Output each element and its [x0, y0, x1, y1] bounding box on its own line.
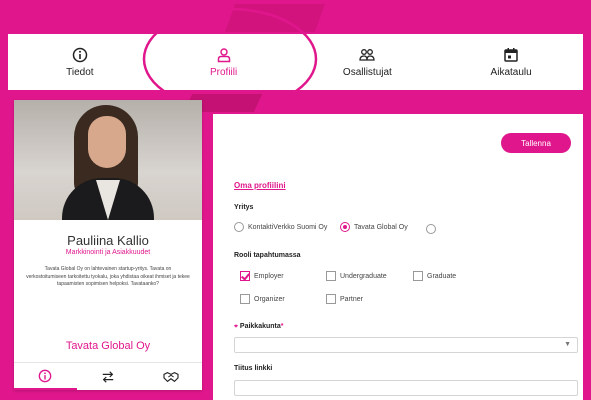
company-option-kontaktiverkko[interactable]: KontaktiVerkko Suomi Oy — [234, 222, 327, 232]
profile-name: Pauliina Kallio — [67, 233, 149, 248]
role-employer[interactable]: Employer — [240, 271, 284, 281]
right-border — [583, 0, 591, 400]
chevron-down-icon: ▼ — [564, 341, 571, 348]
role-label: Rooli tapahtumassa — [234, 252, 301, 259]
role-undergraduate[interactable]: Undergraduate — [326, 271, 387, 281]
tab-label: Osallistujat — [342, 66, 392, 78]
tab-tiedot[interactable]: Tiedot — [8, 34, 152, 90]
role-option-label: Partner — [340, 295, 363, 303]
info-icon — [38, 369, 52, 382]
role-organizer[interactable]: Organizer — [240, 294, 285, 304]
location-label: ⌖ Paikkakunta* — [234, 323, 284, 331]
tab-aikataulu[interactable]: Aikataulu — [439, 34, 583, 90]
card-tabs — [14, 362, 202, 390]
card-tab-info[interactable] — [14, 363, 77, 390]
role-option-label: Employer — [254, 272, 284, 280]
role-option-label: Organizer — [254, 295, 285, 303]
radio-button[interactable] — [234, 222, 244, 232]
section-title: Oma profiilini — [234, 181, 286, 190]
option-label: Tavata Global Oy — [354, 223, 408, 231]
calendar-icon — [504, 47, 518, 62]
checkbox[interactable] — [240, 271, 250, 281]
profile-description: Tavata Global Oy on lahtevainen startup-… — [26, 266, 190, 287]
card-tab-handshake[interactable] — [139, 363, 202, 390]
company-option-empty[interactable] — [426, 224, 440, 234]
location-label-text: Paikkakunta — [239, 323, 281, 330]
checkbox[interactable] — [326, 294, 336, 304]
company-label: Yritys — [234, 204, 254, 211]
tab-label: Aikataulu — [490, 66, 532, 78]
left-border — [0, 0, 8, 400]
radio-button[interactable] — [340, 222, 350, 232]
checkbox[interactable] — [240, 294, 250, 304]
checkbox[interactable] — [326, 271, 336, 281]
link-input[interactable] — [234, 380, 578, 396]
info-icon — [72, 47, 88, 62]
link-label: Tiitus linkki — [234, 365, 273, 372]
radio-button[interactable] — [426, 224, 436, 234]
company-option-tavata[interactable]: Tavata Global Oy — [340, 222, 408, 232]
location-select[interactable]: ▼ — [234, 337, 578, 353]
transfer-icon — [102, 370, 114, 383]
role-graduate[interactable]: Graduate — [413, 271, 456, 281]
role-partner[interactable]: Partner — [326, 294, 363, 304]
card-tab-transfer[interactable] — [77, 363, 140, 390]
tab-label: Tiedot — [66, 66, 94, 78]
save-button[interactable]: Tallenna — [501, 133, 571, 153]
location-icon: ⌖ — [234, 323, 238, 330]
profile-company: Tavata Global Oy — [65, 340, 151, 352]
role-option-label: Graduate — [427, 272, 457, 280]
checkbox[interactable] — [413, 271, 423, 281]
users-icon — [359, 48, 376, 61]
required-marker: * — [280, 323, 284, 330]
handshake-icon — [163, 371, 179, 382]
option-label: KontaktiVerkko Suomi Oy — [248, 223, 328, 231]
profile-photo — [14, 100, 202, 220]
profile-title: Markkinointi ja Asiakkuudet — [65, 249, 151, 256]
role-option-label: Undergraduate — [340, 272, 387, 280]
profile-card: Pauliina Kallio Markkinointi ja Asiakkuu… — [14, 100, 202, 390]
